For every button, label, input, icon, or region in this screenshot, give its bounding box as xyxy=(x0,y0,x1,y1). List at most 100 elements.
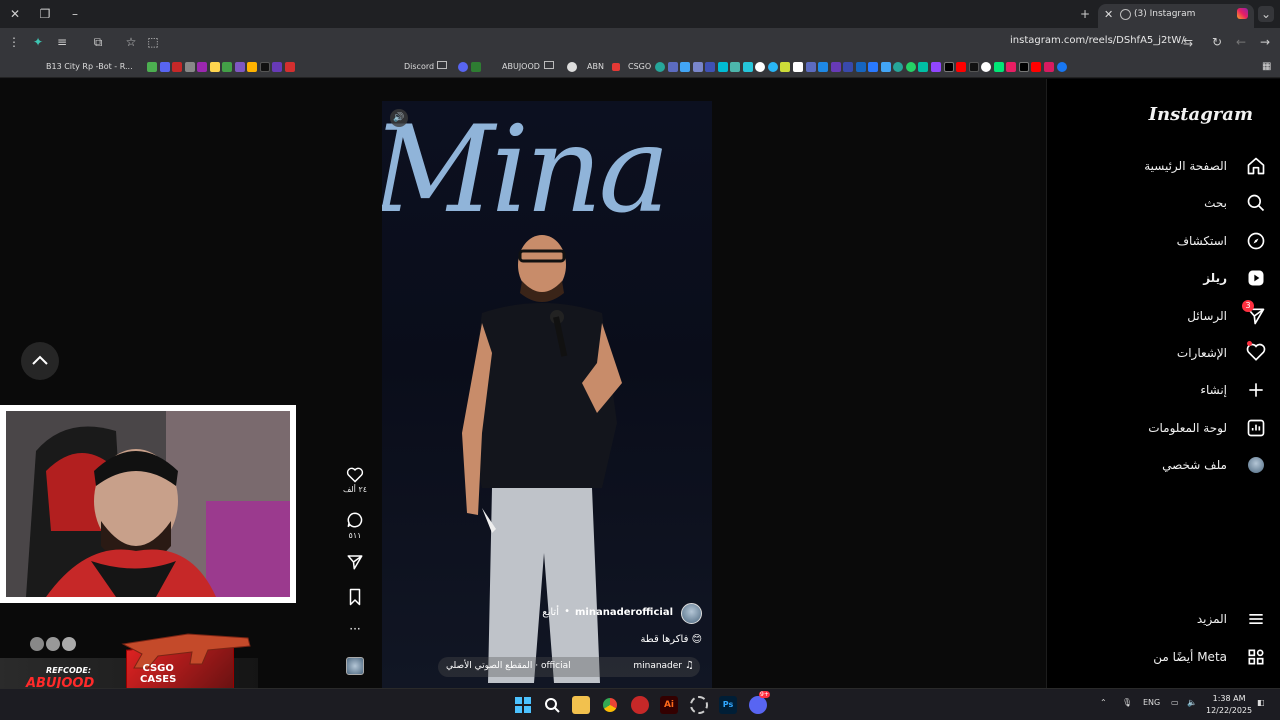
windows-taskbar: Ai Ps 9+ ⌃ 🎙 ENG ▭ 🔈 1:38 AM 12/22/2025 … xyxy=(0,688,1280,720)
sidebar-item-profile[interactable]: ملف شخصي xyxy=(1066,454,1266,478)
promo-banner: CSGO CASES REFCODE: ABUJOOD xyxy=(0,608,258,706)
app-red-icon[interactable] xyxy=(631,696,649,714)
comment-count: ٥١١ xyxy=(348,531,362,540)
like-button[interactable]: ٢٤ ألف xyxy=(342,467,368,494)
site-settings-icon[interactable]: ⇆ xyxy=(1180,34,1196,50)
forward-icon[interactable]: ← xyxy=(1233,34,1249,50)
speaker-icon[interactable]: 🔊 xyxy=(390,109,408,127)
illustrator-icon[interactable]: Ai xyxy=(660,696,678,714)
sidebar-item-label: استكشاف xyxy=(1176,234,1227,248)
address-bar[interactable]: instagram.com/reels/DShfA5_j2tW/ xyxy=(1010,35,1185,46)
sidebar-item-messages[interactable]: الرسائل 3 xyxy=(1066,300,1266,329)
messages-badge: 3 xyxy=(1242,300,1254,312)
explore-icon xyxy=(1247,232,1265,250)
author-username[interactable]: minanaderofficial xyxy=(575,607,673,618)
folder-icon-2[interactable] xyxy=(544,61,554,69)
home-icon xyxy=(1247,157,1265,175)
bookmark-star-icon[interactable]: ☆ xyxy=(123,34,139,50)
taskbar-search-icon[interactable] xyxy=(543,696,561,714)
reel-audio-bar[interactable]: ♫ minanader المقطع الصوتي الأصلي · offic… xyxy=(438,657,700,677)
more-options-icon[interactable]: ··· xyxy=(342,622,368,636)
author-avatar[interactable] xyxy=(681,603,702,624)
notification-dot xyxy=(1247,341,1252,346)
sidebar-item-more[interactable]: المزيد xyxy=(1066,608,1266,632)
bookmark-csgo[interactable]: CSGO xyxy=(628,60,651,74)
audio-artist: minanader xyxy=(633,661,682,671)
clock[interactable]: 1:38 AM 12/22/2025 xyxy=(1206,693,1252,717)
photoshop-icon[interactable]: Ps xyxy=(719,696,737,714)
menu-dots-icon[interactable]: ⋮ xyxy=(6,34,22,50)
separator-dot: • xyxy=(564,606,570,617)
bookmark-gear[interactable] xyxy=(567,60,577,74)
sidebar-item-search[interactable]: بحث xyxy=(1066,192,1266,216)
tab-list-icon[interactable]: ⌄ xyxy=(1258,6,1274,22)
reel-video[interactable]: Mina 🔊 minanaderofficial • أتابع فاكرها … xyxy=(382,101,712,688)
comment-button[interactable]: ٥١١ xyxy=(342,511,368,540)
bookmark-abujood[interactable]: ABUJOOD xyxy=(502,60,540,74)
sidebar-item-label: ملف شخصي xyxy=(1162,458,1227,472)
plus-icon xyxy=(1249,383,1263,397)
bookmark-icons-group-3[interactable] xyxy=(655,60,1067,74)
reading-list-icon[interactable]: ≡ xyxy=(54,34,70,50)
app-loading-icon[interactable] xyxy=(690,696,708,714)
discord-icon[interactable]: 9+ xyxy=(749,691,770,714)
instagram-logo[interactable]: Instagram xyxy=(1149,104,1253,125)
install-app-icon[interactable]: ⬚ xyxy=(145,34,161,50)
sidebar-item-dashboard[interactable]: لوحة المعلومات xyxy=(1066,417,1266,441)
restore-window-icon[interactable]: ❐ xyxy=(37,6,53,22)
tray-chevron-icon[interactable]: ⌃ xyxy=(1100,698,1107,707)
clock-date: 12/22/2025 xyxy=(1206,706,1253,715)
extensions-puzzle-icon[interactable]: ⧉ xyxy=(90,34,106,50)
reel-caption[interactable]: فاكرها قطة 😊 xyxy=(640,634,702,645)
audio-thumbnail[interactable] xyxy=(342,657,368,675)
chrome-icon[interactable] xyxy=(601,696,619,714)
promo-social-icons xyxy=(30,636,82,652)
bookmarks-bar: B13 City Rp -Bot - R... Discord ABUJOOD … xyxy=(0,56,1280,78)
sidebar-item-home[interactable]: الصفحة الرئيسية xyxy=(1066,155,1266,179)
bookmark-abn[interactable]: ABN xyxy=(587,60,604,74)
follow-button[interactable]: أتابع xyxy=(542,607,559,618)
close-tab-icon[interactable]: ✕ xyxy=(1104,8,1113,21)
bookmark-icons-group-2[interactable] xyxy=(458,60,481,74)
extension-icon[interactable]: ✦ xyxy=(30,34,46,50)
heart-icon xyxy=(1246,343,1266,361)
new-tab-icon[interactable]: + xyxy=(1077,6,1093,22)
sidebar-item-reels[interactable]: ريلز xyxy=(1066,267,1266,291)
notification-center-icon[interactable]: ◧ xyxy=(1257,698,1265,707)
browser-toolbar: ⋮ ✦ ≡ ⧉ ☆ ⬚ instagram.com/reels/DShfA5_j… xyxy=(0,28,1280,56)
bookmark-b13[interactable]: B13 City Rp -Bot - R... xyxy=(46,60,133,74)
previous-reel-button[interactable] xyxy=(21,342,59,380)
bookmark-discord[interactable]: Discord xyxy=(404,60,434,74)
sidebar-item-explore[interactable]: استكشاف xyxy=(1066,230,1266,254)
minimize-window-icon[interactable]: – xyxy=(67,6,83,22)
sidebar-item-notifications[interactable]: الإشعارات xyxy=(1066,341,1266,366)
active-tab[interactable]: ✕ (3) Instagram xyxy=(1098,4,1254,28)
sidebar-item-meta[interactable]: أيضًا من Meta xyxy=(1066,646,1266,670)
meta-apps-icon xyxy=(1248,649,1264,665)
back-icon[interactable]: → xyxy=(1257,34,1273,50)
bookmark-csgo-icon[interactable] xyxy=(612,60,620,74)
windows-start-icon[interactable] xyxy=(514,696,532,714)
webcam-overlay xyxy=(0,405,296,603)
close-window-icon[interactable]: ✕ xyxy=(7,6,23,22)
tab-title: (3) Instagram xyxy=(1134,9,1196,19)
refcode-label: REFCODE: xyxy=(46,666,92,675)
network-icon[interactable]: ▭ xyxy=(1171,698,1179,707)
discord-badge: 9+ xyxy=(759,691,770,698)
microphone-icon[interactable]: 🎙 xyxy=(1122,698,1132,707)
cases-line-1: CSGO xyxy=(142,663,174,674)
sidebar-item-create[interactable]: إنشاء xyxy=(1066,379,1266,403)
sidebar-item-label: الرسائل xyxy=(1187,309,1227,323)
reload-icon[interactable]: ↻ xyxy=(1209,34,1225,50)
language-indicator[interactable]: ENG xyxy=(1143,698,1160,707)
more-label: المزيد xyxy=(1196,612,1227,626)
audio-title: المقطع الصوتي الأصلي · official xyxy=(446,661,571,671)
sidebar-item-label: ريلز xyxy=(1203,271,1227,285)
all-bookmarks-icon[interactable]: ▦ xyxy=(1262,60,1271,74)
file-explorer-icon[interactable] xyxy=(572,696,590,714)
bookmark-icons-group[interactable] xyxy=(147,60,296,74)
share-button[interactable] xyxy=(342,553,368,571)
volume-icon[interactable]: 🔈 xyxy=(1187,698,1197,707)
save-button[interactable] xyxy=(342,588,368,606)
folder-icon[interactable] xyxy=(437,61,447,69)
